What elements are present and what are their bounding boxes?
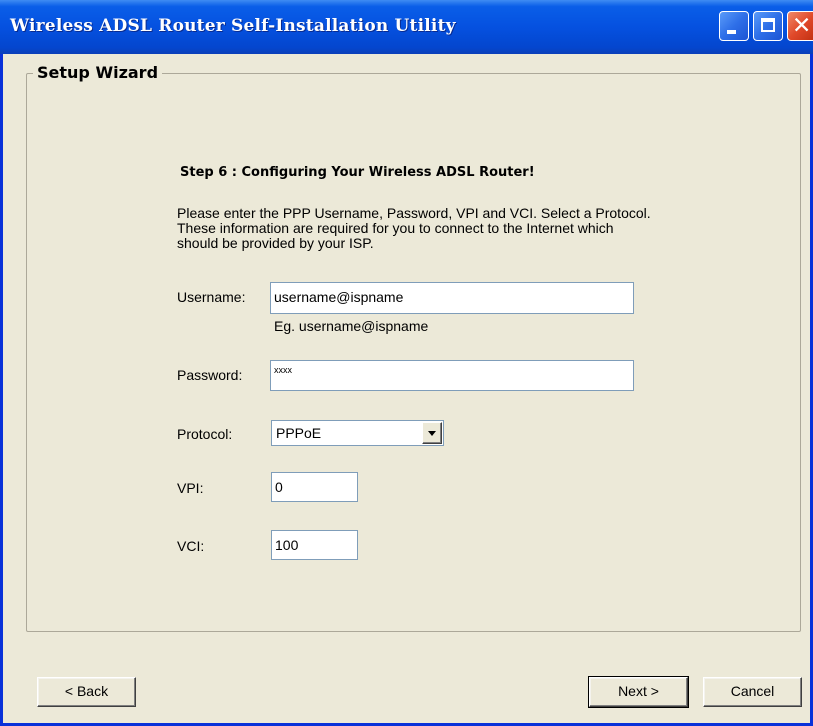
instructions-text: Please enter the PPP Username, Password,… bbox=[177, 205, 651, 251]
protocol-label: Protocol: bbox=[177, 426, 233, 442]
next-button[interactable]: Next > bbox=[588, 676, 689, 708]
setup-wizard-legend: Setup Wizard bbox=[33, 63, 163, 82]
minimize-icon bbox=[727, 30, 736, 34]
title-bar[interactable]: Wireless ADSL Router Self-Installation U… bbox=[0, 0, 813, 54]
vci-label: VCI: bbox=[177, 538, 205, 554]
vci-input[interactable]: 100 bbox=[271, 530, 358, 560]
close-button[interactable]: ✕ bbox=[787, 11, 813, 41]
step-title: Step 6 : Configuring Your Wireless ADSL … bbox=[180, 165, 535, 180]
protocol-value: PPPoE bbox=[276, 425, 322, 441]
username-label: Username: bbox=[177, 289, 246, 305]
window-title: Wireless ADSL Router Self-Installation U… bbox=[10, 16, 456, 36]
setup-utility-window: Wireless ADSL Router Self-Installation U… bbox=[0, 0, 813, 726]
setup-wizard-group bbox=[26, 73, 801, 632]
vpi-label: VPI: bbox=[177, 480, 204, 496]
dropdown-button[interactable] bbox=[422, 422, 442, 444]
back-button[interactable]: < Back bbox=[37, 677, 136, 707]
maximize-icon bbox=[761, 18, 775, 32]
chevron-down-icon bbox=[428, 431, 436, 436]
password-input[interactable]: xxxx bbox=[270, 360, 634, 391]
username-input[interactable]: username@ispname bbox=[270, 282, 634, 314]
password-label: Password: bbox=[177, 367, 243, 383]
close-icon: ✕ bbox=[792, 13, 812, 39]
vpi-input[interactable]: 0 bbox=[271, 472, 358, 502]
protocol-select[interactable]: PPPoE bbox=[271, 420, 444, 446]
maximize-button[interactable] bbox=[753, 11, 783, 41]
minimize-button[interactable] bbox=[719, 11, 749, 41]
cancel-button[interactable]: Cancel bbox=[703, 677, 802, 707]
username-hint: Eg. username@ispname bbox=[274, 318, 429, 334]
